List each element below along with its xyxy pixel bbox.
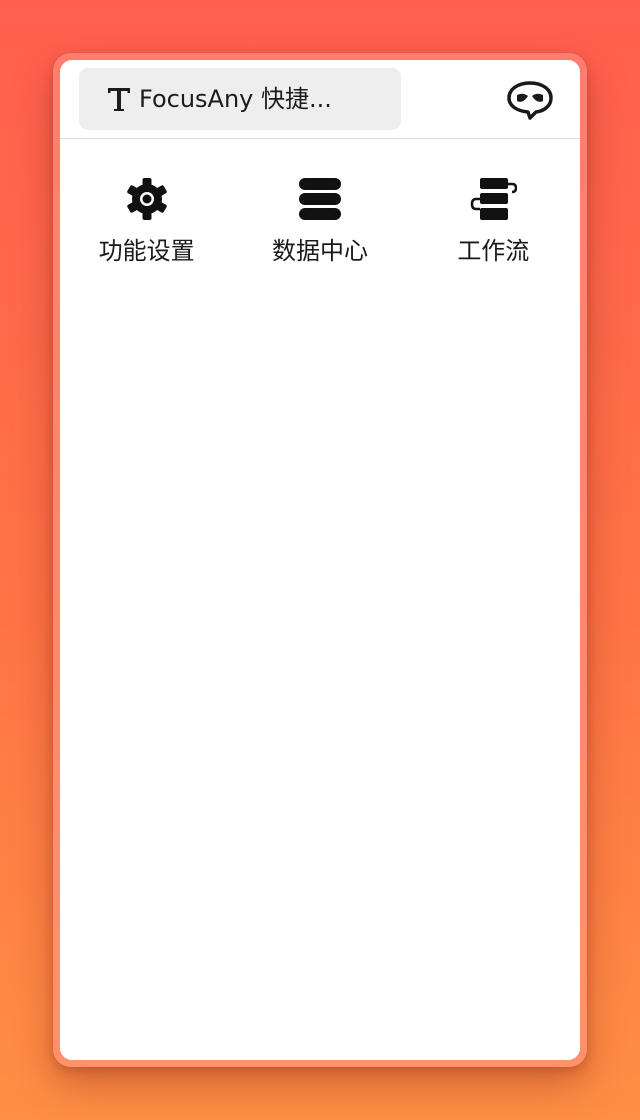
window-frame: FocusAny 快捷... 功能设置 数据中心 工作流 [53, 53, 587, 1067]
feature-data-center[interactable]: 数据中心 [233, 175, 406, 266]
gear-icon [126, 178, 167, 220]
chat-bot-button[interactable] [506, 80, 554, 120]
header-bar: FocusAny 快捷... [60, 60, 580, 139]
workflow-icon [471, 178, 518, 220]
feature-settings[interactable]: 功能设置 [60, 175, 233, 266]
text-t-icon [108, 88, 130, 111]
feature-label: 工作流 [457, 237, 530, 265]
database-icon [298, 178, 341, 220]
search-title: FocusAny 快捷... [139, 85, 332, 113]
feature-workflow[interactable]: 工作流 [407, 175, 580, 266]
search-input[interactable]: FocusAny 快捷... [79, 68, 401, 130]
feature-label: 数据中心 [271, 237, 368, 265]
chat-bot-icon [507, 81, 553, 120]
focusany-window: FocusAny 快捷... 功能设置 数据中心 工作流 [60, 60, 580, 1060]
feature-label: 功能设置 [98, 237, 195, 265]
feature-grid: 功能设置 数据中心 工作流 [60, 139, 580, 266]
